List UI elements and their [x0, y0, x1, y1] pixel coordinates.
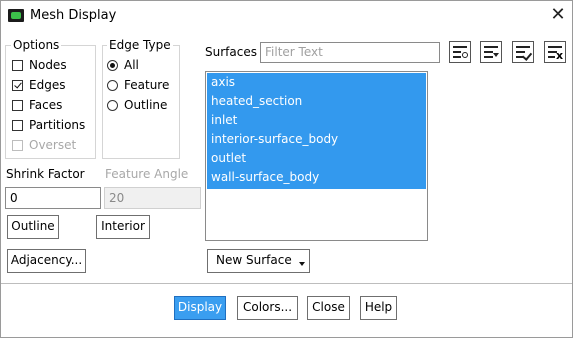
new-surface-icon[interactable]: [449, 41, 471, 63]
checkbox-label: Nodes: [29, 58, 67, 72]
edge-feature-radio[interactable]: Feature: [107, 77, 169, 93]
checkbox-box[interactable]: [12, 119, 23, 131]
feature-angle-input: 20: [104, 187, 201, 209]
new-surface-button[interactable]: New Surface: [207, 249, 310, 273]
close-icon[interactable]: ✕: [549, 6, 567, 24]
interior-button[interactable]: Interior: [96, 215, 150, 239]
select-dropdown-icon[interactable]: [480, 41, 502, 63]
surfaces-label: Surfaces: [205, 45, 257, 59]
options-legend: Options: [11, 38, 62, 52]
checkbox-label: Overset: [29, 138, 77, 152]
list-item[interactable]: axis: [207, 73, 426, 92]
surfaces-list[interactable]: axis heated_section inlet interior-surfa…: [205, 71, 428, 241]
display-button[interactable]: Display: [174, 296, 226, 320]
radio-button[interactable]: [107, 59, 118, 71]
checkbox-label: Partitions: [29, 118, 86, 132]
overset-checkbox: Overset: [12, 137, 76, 153]
close-button[interactable]: Close: [307, 296, 350, 320]
selected-items: axis heated_section inlet interior-surfa…: [207, 73, 426, 189]
divider: [1, 283, 572, 284]
nodes-checkbox[interactable]: Nodes: [12, 57, 67, 73]
shrink-factor-label: Shrink Factor: [6, 167, 85, 181]
faces-checkbox[interactable]: Faces: [12, 97, 62, 113]
mesh-display-dialog: Mesh Display ✕ Options Nodes Edges Faces…: [0, 0, 573, 338]
radio-label: Feature: [124, 78, 170, 92]
checkbox-label: Edges: [29, 78, 66, 92]
select-all-icon[interactable]: [512, 41, 534, 63]
checkbox-label: Faces: [29, 98, 63, 112]
partitions-checkbox[interactable]: Partitions: [12, 117, 85, 133]
edges-checkbox[interactable]: Edges: [12, 77, 65, 93]
radio-label: Outline: [124, 98, 168, 112]
feature-angle-label: Feature Angle: [105, 167, 189, 181]
help-button[interactable]: Help: [360, 296, 397, 320]
checkbox-box[interactable]: [12, 79, 23, 91]
adjacency-button[interactable]: Adjacency...: [7, 249, 86, 273]
list-item[interactable]: interior-surface_body: [207, 130, 426, 149]
new-surface-label: New Surface: [216, 253, 292, 267]
chevron-down-icon: [299, 262, 305, 266]
edge-all-radio[interactable]: All: [107, 57, 139, 73]
filter-text-input[interactable]: Filter Text: [260, 42, 440, 63]
list-item[interactable]: heated_section: [207, 92, 426, 111]
list-item[interactable]: wall-surface_body: [207, 168, 426, 187]
app-icon: [8, 9, 24, 22]
list-item[interactable]: inlet: [207, 111, 426, 130]
shrink-factor-input[interactable]: 0: [5, 187, 101, 209]
list-item[interactable]: outlet: [207, 149, 426, 168]
outline-button[interactable]: Outline: [7, 215, 59, 239]
colors-button[interactable]: Colors...: [237, 296, 298, 320]
radio-button[interactable]: [107, 79, 118, 91]
radio-button[interactable]: [107, 99, 118, 111]
edge-type-legend: Edge Type: [107, 38, 173, 52]
window-title: Mesh Display: [30, 8, 117, 23]
title-bar: Mesh Display ✕: [1, 1, 572, 31]
checkbox-box: [12, 139, 23, 151]
deselect-all-icon[interactable]: x: [544, 41, 566, 63]
checkbox-box[interactable]: [12, 99, 23, 111]
checkbox-box[interactable]: [12, 59, 23, 71]
radio-label: All: [124, 58, 139, 72]
edge-outline-radio[interactable]: Outline: [107, 97, 167, 113]
